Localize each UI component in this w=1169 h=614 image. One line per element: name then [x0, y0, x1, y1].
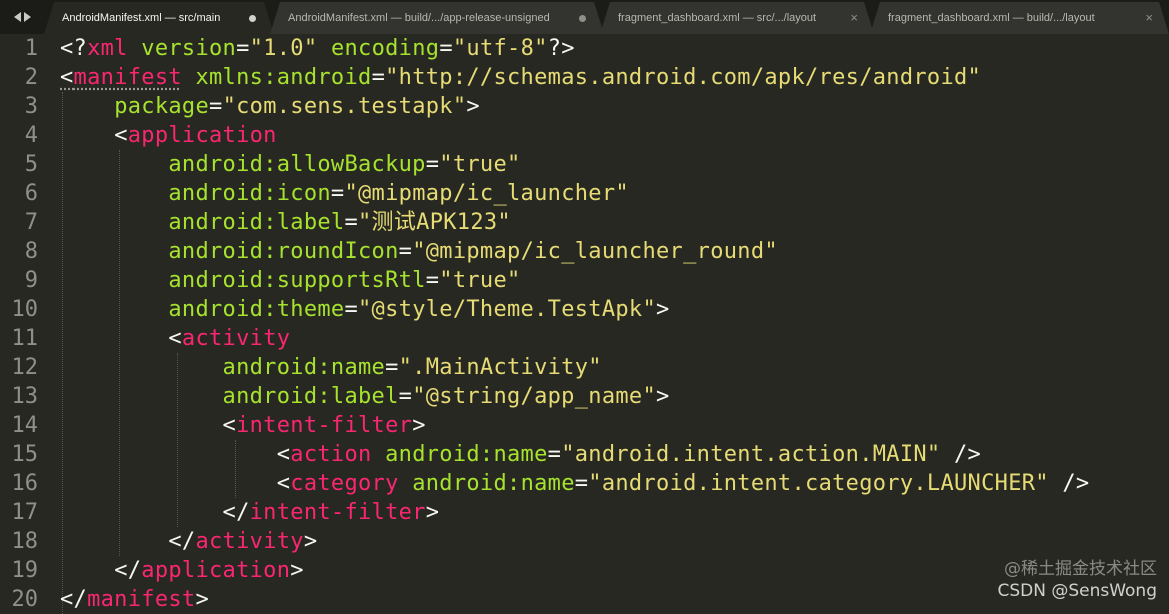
- code-line: 18 </activity>: [0, 527, 1169, 556]
- code-text: package="com.sens.testapk">: [114, 94, 480, 119]
- line-number: 11: [11, 326, 39, 351]
- line-number: 14: [11, 413, 39, 438]
- tab-label: fragment_dashboard.xml — build/.../layou…: [888, 12, 1095, 24]
- line-number: 2: [24, 65, 38, 90]
- line-number: 8: [24, 239, 38, 264]
- code-text: android:supportsRtl="true": [168, 268, 521, 293]
- line-number: 17: [11, 500, 39, 525]
- line-number: 12: [11, 355, 39, 380]
- code-text: </manifest>: [60, 587, 210, 610]
- code-text: </intent-filter>: [222, 500, 440, 525]
- code-line: 13 android:label="@string/app_name">: [0, 382, 1169, 411]
- code-text: </application>: [114, 558, 304, 583]
- code-line: 15 <action android:name="android.intent.…: [0, 440, 1169, 469]
- unsaved-dot-icon[interactable]: [249, 15, 256, 22]
- code-text: <intent-filter>: [222, 413, 426, 438]
- code-text: <action android:name="android.intent.act…: [276, 442, 982, 467]
- watermark-csdn: CSDN @SensWong: [997, 581, 1157, 601]
- tab-fragment-dashboard-build[interactable]: fragment_dashboard.xml — build/.../layou…: [870, 2, 1169, 34]
- line-number: 10: [11, 297, 39, 322]
- unsaved-dot-icon[interactable]: [579, 15, 586, 22]
- code-line: 14 <intent-filter>: [0, 411, 1169, 440]
- tab-androidmanifest-src-main[interactable]: AndroidManifest.xml — src/main: [44, 2, 274, 34]
- tab-androidmanifest-build[interactable]: AndroidManifest.xml — build/.../app-rele…: [270, 2, 604, 34]
- arrow-left-icon[interactable]: [13, 12, 21, 22]
- code-line: 3 package="com.sens.testapk">: [0, 92, 1169, 121]
- code-text: android:icon="@mipmap/ic_launcher": [168, 181, 629, 206]
- line-number: 7: [24, 210, 38, 235]
- code-line: 10 android:theme="@style/Theme.TestApk">: [0, 295, 1169, 324]
- code-text: android:allowBackup="true": [168, 152, 521, 177]
- tab-label: AndroidManifest.xml — src/main: [62, 12, 221, 24]
- code-line: 19 </application>: [0, 556, 1169, 585]
- line-number: 16: [11, 471, 39, 496]
- tab-label: AndroidManifest.xml — build/.../app-rele…: [288, 12, 550, 24]
- line-number: 6: [24, 181, 38, 206]
- code-line: 4 <application: [0, 121, 1169, 150]
- code-text: </activity>: [168, 529, 318, 554]
- code-text: android:name=".MainActivity": [222, 355, 602, 380]
- code-line: 7 android:label="测试APK123": [0, 208, 1169, 237]
- line-number: 15: [11, 442, 39, 467]
- code-line: 12 android:name=".MainActivity": [0, 353, 1169, 382]
- code-line: 16 <category android:name="android.inten…: [0, 469, 1169, 498]
- code-editor[interactable]: 1 <?xml version="1.0" encoding="utf-8"?>…: [0, 34, 1169, 614]
- line-number: 19: [11, 558, 39, 583]
- code-line: 1 <?xml version="1.0" encoding="utf-8"?>: [0, 34, 1169, 63]
- code-line: 11 <activity: [0, 324, 1169, 353]
- code-line: 20 </manifest>: [0, 585, 1169, 610]
- tab-fragment-dashboard-src[interactable]: fragment_dashboard.xml — src/.../layout …: [600, 2, 874, 34]
- code-text: <?xml version="1.0" encoding="utf-8"?>: [60, 36, 575, 61]
- code-line: 9 android:supportsRtl="true": [0, 266, 1169, 295]
- code-text: <activity: [168, 326, 291, 351]
- tab-nav-arrows[interactable]: [0, 0, 44, 34]
- code-text: <manifest xmlns:android="http://schemas.…: [60, 65, 982, 90]
- code-text: android:label="@string/app_name">: [222, 384, 670, 409]
- close-icon[interactable]: ×: [850, 10, 858, 26]
- line-number: 3: [24, 94, 38, 119]
- code-line: 5 android:allowBackup="true": [0, 150, 1169, 179]
- tab-bar: AndroidManifest.xml — src/main AndroidMa…: [0, 0, 1169, 34]
- code-text: android:label="测试APK123": [168, 210, 511, 235]
- line-number: 5: [24, 152, 38, 177]
- line-number: 4: [24, 123, 38, 148]
- arrow-right-icon[interactable]: [23, 12, 31, 22]
- code-line: 2 <manifest xmlns:android="http://schema…: [0, 63, 1169, 92]
- watermark: @稀土掘金技术社区 CSDN @SensWong: [997, 558, 1157, 602]
- tab-label: fragment_dashboard.xml — src/.../layout: [618, 12, 817, 24]
- code-line: 8 android:roundIcon="@mipmap/ic_launcher…: [0, 237, 1169, 266]
- code-text: android:theme="@style/Theme.TestApk">: [168, 297, 670, 322]
- code-text: android:roundIcon="@mipmap/ic_launcher_r…: [168, 239, 778, 264]
- close-icon[interactable]: ×: [1145, 10, 1153, 26]
- line-number: 20: [11, 587, 39, 610]
- code-text: <application: [114, 123, 277, 148]
- line-number: 1: [24, 36, 38, 61]
- line-number: 13: [11, 384, 39, 409]
- code-text: <category android:name="android.intent.c…: [276, 471, 1090, 496]
- watermark-juejin: @稀土掘金技术社区: [1004, 559, 1157, 579]
- code-line: 17 </intent-filter>: [0, 498, 1169, 527]
- code-line: 6 android:icon="@mipmap/ic_launcher": [0, 179, 1169, 208]
- line-number: 9: [24, 268, 38, 293]
- line-number: 18: [11, 529, 39, 554]
